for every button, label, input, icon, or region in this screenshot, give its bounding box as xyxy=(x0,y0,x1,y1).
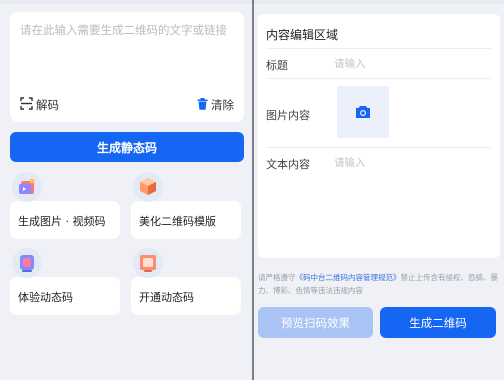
text-field-label: 文本内容 xyxy=(266,158,310,171)
text-content-input[interactable] xyxy=(334,155,484,171)
image-field-label: 图片内容 xyxy=(266,109,310,122)
title-field-label: 标题 xyxy=(266,59,288,72)
row-divider xyxy=(266,78,492,79)
feature-label: 开通动态码 xyxy=(139,291,194,304)
clear-label: 清除 xyxy=(211,98,234,112)
top-strip xyxy=(0,0,252,4)
feature-label: 美化二维码模版 xyxy=(139,215,216,228)
row-divider xyxy=(266,147,492,148)
image-upload-button[interactable] xyxy=(337,86,389,138)
feature-label: 体验动态码 xyxy=(18,291,73,304)
feature-card-beautify-template[interactable]: 美化二维码模版 xyxy=(131,201,241,239)
right-panel: 内容编辑区域 标题 图片内容 文本内容 请严格遵守《码中台二维码内容管理规范》禁… xyxy=(254,0,504,380)
row-divider xyxy=(266,48,492,49)
editor-title: 内容编辑区域 xyxy=(266,28,339,42)
content-policy-notice: 请严格遵守《码中台二维码内容管理规范》禁止上传含有侵权、恐搞、暴力、博彩、色情等… xyxy=(258,271,500,297)
mirror-3d-icon xyxy=(12,248,42,278)
decode-label: 解码 xyxy=(36,98,59,112)
policy-link[interactable]: 《码中台二维码内容管理规范》 xyxy=(296,273,401,282)
generate-qr-button[interactable]: 生成二维码 xyxy=(380,307,496,338)
left-panel: 解码 清除 生成静态码 生成图片 · 视频码 美化二维码模版 xyxy=(0,0,252,380)
clear-button[interactable]: 清除 xyxy=(197,96,234,114)
notice-prefix: 请严格遵守 xyxy=(258,273,296,282)
text-input-card: 解码 清除 xyxy=(10,12,244,122)
title-input[interactable] xyxy=(334,56,484,72)
preview-scan-button[interactable]: 预览扫码效果 xyxy=(258,307,373,338)
decode-button[interactable]: 解码 xyxy=(20,96,59,114)
trash-icon xyxy=(197,97,208,113)
content-editor-card: 内容编辑区域 标题 图片内容 文本内容 xyxy=(258,14,500,258)
feature-label: 生成图片 · 视频码 xyxy=(18,215,106,228)
top-strip xyxy=(254,0,504,4)
feature-card-image-video[interactable]: 生成图片 · 视频码 xyxy=(10,201,120,239)
feature-card-try-dynamic[interactable]: 体验动态码 xyxy=(10,277,120,315)
scan-icon xyxy=(20,97,33,113)
sparkle-3d-icon xyxy=(12,172,42,202)
feature-card-activate-dynamic[interactable]: 开通动态码 xyxy=(131,277,241,315)
generate-static-code-button[interactable]: 生成静态码 xyxy=(10,132,244,162)
qr-text-input[interactable] xyxy=(20,22,236,82)
cube-3d-icon xyxy=(133,172,163,202)
tablet-3d-icon xyxy=(133,248,163,278)
